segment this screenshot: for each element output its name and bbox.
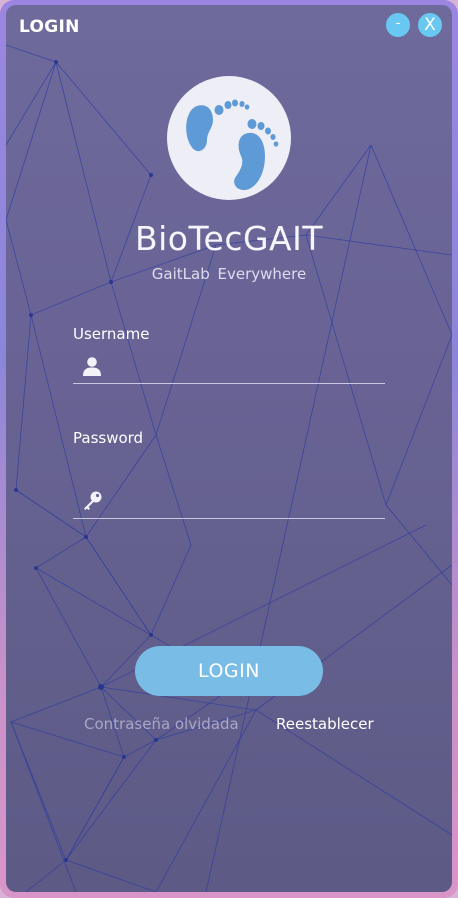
username-field-container (73, 351, 385, 384)
key-icon (84, 491, 102, 510)
forgot-password-text: Contraseña olvidada (84, 715, 239, 733)
minimize-button[interactable]: - (386, 13, 410, 37)
app-logo (167, 76, 291, 200)
footprints-icon (186, 99, 279, 191)
password-label: Password (73, 429, 144, 447)
password-input[interactable] (103, 486, 385, 518)
username-label: Username (73, 325, 150, 343)
app-name: BioTecGAIT (134, 219, 324, 258)
username-input[interactable] (103, 351, 385, 383)
password-field-container (73, 486, 385, 519)
user-icon (83, 357, 101, 376)
close-button[interactable]: X (418, 13, 442, 37)
window-title: LOGIN (19, 17, 80, 37)
window-frame: LOGIN - X BioTecGAIT GaitLab Everywhere … (0, 0, 458, 898)
login-window: LOGIN - X BioTecGAIT GaitLab Everywhere … (6, 5, 452, 892)
reset-password-link[interactable]: Reestablecer (276, 715, 374, 733)
app-tagline: GaitLab Everywhere (151, 265, 307, 283)
login-button[interactable]: LOGIN (135, 646, 323, 696)
